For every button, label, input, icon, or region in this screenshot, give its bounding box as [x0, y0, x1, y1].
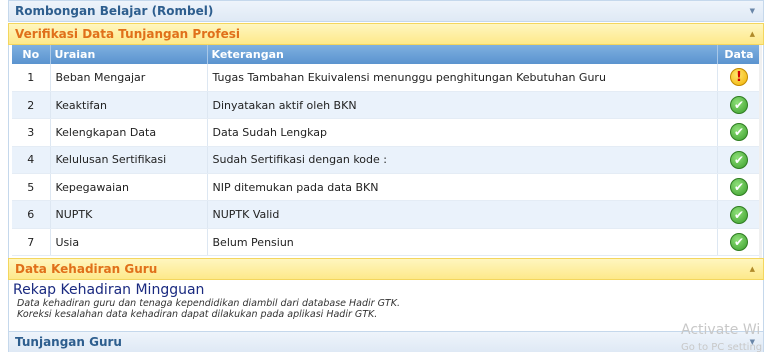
cell-uraian: Keaktifan [50, 91, 208, 120]
chevron-up-icon[interactable]: ▲ [750, 265, 755, 273]
cell-no: 1 [12, 64, 51, 92]
table-row: 7 Usia Belum Pensiun ✔ [12, 228, 762, 257]
cell-keterangan: NIP ditemukan pada data BKN [207, 173, 718, 202]
cell-keterangan: Tugas Tambahan Ekuivalensi menunggu peng… [207, 64, 718, 92]
panel-rombel-title: Rombongan Belajar (Rombel) [15, 4, 214, 18]
column-header-data: Data [717, 45, 762, 64]
cell-uraian: Kelengkapan Data [50, 118, 208, 147]
panel-kehadiran-header[interactable]: Data Kehadiran Guru ▲ [8, 258, 764, 280]
column-header-keterangan: Keterangan [207, 45, 718, 64]
cell-keterangan: NUPTK Valid [207, 200, 718, 229]
chevron-up-icon[interactable]: ▲ [750, 30, 755, 38]
table-row: 1 Beban Mengajar Tugas Tambahan Ekuivalens… [12, 64, 762, 92]
check-circle-icon[interactable]: ✔ [730, 123, 748, 142]
chevron-down-icon[interactable]: ▼ [750, 338, 755, 346]
cell-no: 6 [12, 200, 51, 229]
cell-no: 4 [12, 146, 51, 175]
cell-no: 2 [12, 91, 51, 120]
check-circle-icon[interactable]: ✔ [730, 205, 748, 224]
cell-uraian: NUPTK [50, 200, 208, 229]
table-row: 2 Keaktifan Dinyatakan aktif oleh BKN ✔ [12, 91, 762, 120]
chevron-down-icon[interactable]: ▼ [750, 7, 755, 15]
cell-keterangan: Sudah Sertifikasi dengan kode : [207, 146, 718, 175]
cell-uraian: Kepegawaian [50, 173, 208, 202]
verifikasi-table: No Uraian Keterangan Data 1 Beban Mengaja… [12, 45, 762, 257]
panel-kehadiran-title: Data Kehadiran Guru [15, 262, 158, 276]
table-row: 3 Kelengkapan Data Data Sudah Lengkap ✔ [12, 118, 762, 147]
column-header-no: No [12, 45, 51, 64]
cell-data: ! [717, 64, 762, 92]
cell-data: ✔ [717, 118, 762, 147]
panel-verifikasi-title: Verifikasi Data Tunjangan Profesi [15, 27, 240, 41]
panel-tunjangan-header[interactable]: Tunjangan Guru ▼ [8, 331, 764, 352]
kehadiran-note-1: Data kehadiran guru dan tenaga kependidi… [17, 298, 400, 309]
cell-no: 3 [12, 118, 51, 147]
kehadiran-body: Rekap Kehadiran Mingguan Data kehadiran … [8, 280, 764, 331]
panel-verifikasi-header[interactable]: Verifikasi Data Tunjangan Profesi ▲ [8, 23, 764, 45]
kehadiran-note-2: Koreksi kesalahan data kehadiran dapat d… [17, 309, 378, 320]
table-row: 4 Kelulusan Sertifikasi Sudah Sertifikasi … [12, 146, 762, 175]
table-header-row: No Uraian Keterangan Data [12, 45, 762, 64]
panel-tunjangan-title: Tunjangan Guru [15, 335, 122, 349]
cell-data: ✔ [717, 200, 762, 229]
check-circle-icon[interactable]: ✔ [730, 96, 748, 115]
cell-uraian: Beban Mengajar [50, 64, 208, 92]
cell-uraian: Usia [50, 228, 208, 257]
panel-rombel-header[interactable]: Rombongan Belajar (Rombel) ▼ [8, 0, 764, 22]
check-circle-icon[interactable]: ✔ [730, 178, 748, 197]
cell-keterangan: Dinyatakan aktif oleh BKN [207, 91, 718, 120]
cell-no: 5 [12, 173, 51, 202]
cell-no: 7 [12, 228, 51, 257]
table-row: 6 NUPTK NUPTK Valid ✔ [12, 200, 762, 229]
rekap-title: Rekap Kehadiran Mingguan [13, 282, 205, 298]
column-header-uraian: Uraian [50, 45, 208, 64]
verifikasi-table-container: No Uraian Keterangan Data 1 Beban Mengaja… [8, 45, 764, 258]
exclamation-circle-icon[interactable]: ! [730, 68, 748, 87]
cell-data: ✔ [717, 91, 762, 120]
table-row: 5 Kepegawaian NIP ditemukan pada data BKN ✔ [12, 173, 762, 202]
cell-keterangan: Belum Pensiun [207, 228, 718, 257]
scrollbar[interactable] [759, 45, 762, 258]
check-circle-icon[interactable]: ✔ [730, 233, 748, 252]
cell-data: ✔ [717, 228, 762, 257]
cell-keterangan: Data Sudah Lengkap [207, 118, 718, 147]
check-circle-icon[interactable]: ✔ [730, 150, 748, 169]
cell-uraian: Kelulusan Sertifikasi [50, 146, 208, 175]
cell-data: ✔ [717, 146, 762, 175]
cell-data: ✔ [717, 173, 762, 202]
